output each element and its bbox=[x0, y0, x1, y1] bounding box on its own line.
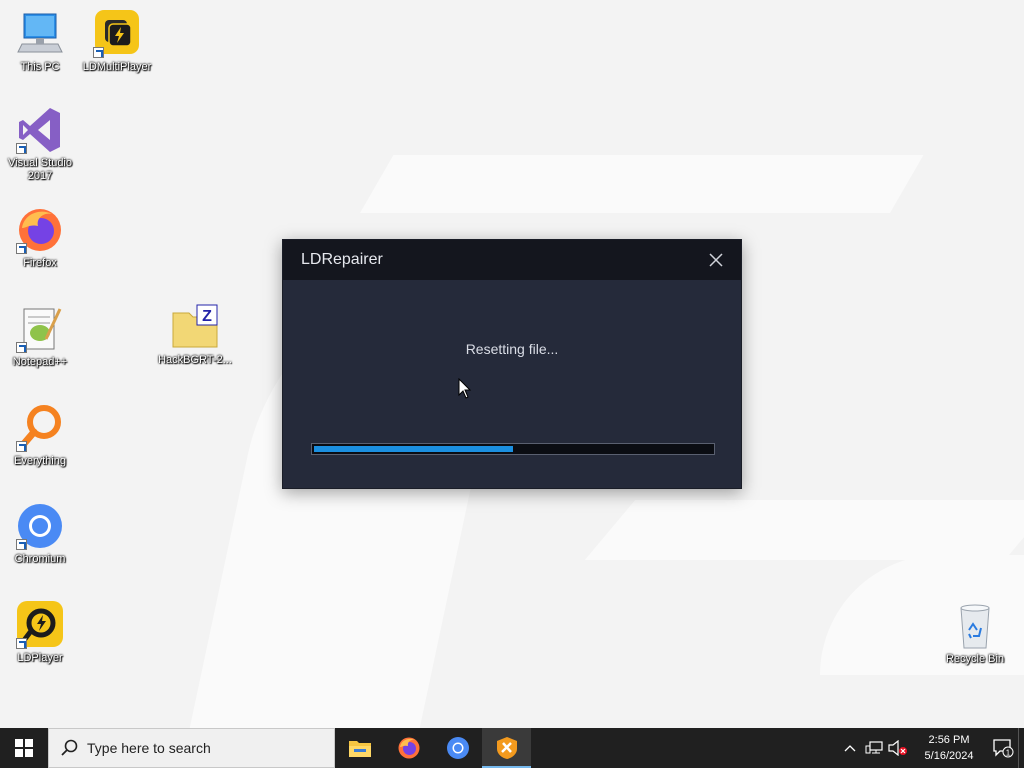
desktop-icon-visual-studio[interactable]: Visual Studio 2017 bbox=[0, 106, 80, 183]
action-center-button[interactable]: 1 bbox=[988, 728, 1018, 768]
shortcut-arrow-icon bbox=[16, 143, 27, 154]
close-button[interactable] bbox=[703, 247, 729, 273]
dialog-title: LDRepairer bbox=[301, 251, 383, 268]
search-placeholder: Type here to search bbox=[87, 740, 211, 756]
visual-studio-icon bbox=[16, 106, 64, 154]
shortcut-arrow-icon bbox=[16, 441, 27, 452]
recycle-bin-icon bbox=[951, 602, 999, 650]
show-desktop-button[interactable] bbox=[1018, 728, 1024, 768]
search-icon bbox=[61, 739, 78, 756]
ldmultiplayer-icon bbox=[93, 10, 141, 58]
notepad-plus-plus-icon bbox=[16, 305, 64, 353]
shortcut-arrow-icon bbox=[16, 243, 27, 254]
status-text: Resetting file... bbox=[465, 341, 559, 357]
desktop: This PC LDMultiPlayer Visual Studio 2017 bbox=[0, 0, 1024, 728]
desktop-icon-this-pc[interactable]: This PC bbox=[0, 10, 80, 74]
taskbar-firefox[interactable] bbox=[384, 728, 433, 768]
taskbar-ldrepairer[interactable] bbox=[482, 728, 531, 768]
ldrepairer-icon bbox=[496, 737, 517, 759]
taskbar-file-explorer[interactable] bbox=[335, 728, 384, 768]
chromium-icon bbox=[16, 502, 64, 550]
desktop-icon-label: Recycle Bin bbox=[945, 653, 1005, 665]
chromium-icon bbox=[446, 737, 469, 759]
shortcut-arrow-icon bbox=[16, 539, 27, 550]
network-button[interactable] bbox=[862, 728, 886, 768]
desktop-icon-label: Everything bbox=[14, 455, 66, 467]
desktop-icon-label: Chromium bbox=[14, 553, 66, 565]
desktop-icon-label: Visual Studio 2017 bbox=[7, 157, 72, 182]
taskbar-clock[interactable]: 2:56 PM 5/16/2024 bbox=[916, 732, 982, 764]
notification-icon: 1 bbox=[993, 739, 1014, 758]
taskbar: Type here to search 2:56 PM 5/16/2024 1 bbox=[0, 728, 1024, 768]
firefox-icon bbox=[398, 737, 419, 759]
desktop-icon-label: LDMultiPlayer bbox=[82, 61, 152, 73]
file-explorer-icon bbox=[348, 741, 371, 757]
shortcut-arrow-icon bbox=[93, 47, 104, 58]
network-icon bbox=[865, 741, 883, 754]
volume-button[interactable] bbox=[886, 728, 910, 768]
desktop-icon-ldmultiplayer[interactable]: LDMultiPlayer bbox=[77, 10, 157, 74]
desktop-icon-everything[interactable]: Everything bbox=[0, 404, 80, 468]
clock-time: 2:56 PM bbox=[928, 734, 970, 746]
start-button[interactable] bbox=[0, 728, 48, 768]
windows-logo-icon bbox=[15, 739, 33, 757]
desktop-icon-label: Notepad++ bbox=[12, 356, 68, 368]
mouse-cursor-icon bbox=[458, 377, 472, 405]
notification-count: 1 bbox=[1006, 749, 1011, 758]
desktop-icon-firefox[interactable]: Firefox bbox=[0, 206, 80, 270]
wallpaper-shape bbox=[360, 155, 924, 213]
chevron-up-icon bbox=[844, 745, 856, 752]
show-hidden-icons-button[interactable] bbox=[838, 728, 862, 768]
dialog-titlebar[interactable]: LDRepairer bbox=[283, 240, 741, 280]
clock-date: 5/16/2024 bbox=[924, 750, 974, 762]
taskbar-chromium[interactable] bbox=[433, 728, 482, 768]
computer-icon bbox=[16, 10, 64, 58]
desktop-icon-recycle-bin[interactable]: Recycle Bin bbox=[935, 602, 1015, 666]
desktop-icon-label: HackBGRT-2... bbox=[158, 354, 232, 366]
desktop-icon-label: This PC bbox=[20, 61, 60, 73]
everything-search-icon bbox=[16, 404, 64, 452]
progress-bar-fill bbox=[314, 446, 513, 452]
desktop-icon-label: LDPlayer bbox=[17, 652, 63, 664]
desktop-icon-hackbgrt[interactable]: Z HackBGRT-2... bbox=[155, 303, 235, 367]
desktop-icon-label: Firefox bbox=[23, 257, 57, 269]
ldplayer-icon bbox=[16, 601, 64, 649]
shortcut-arrow-icon bbox=[16, 638, 27, 649]
volume-muted-icon bbox=[888, 740, 907, 756]
desktop-icon-chromium[interactable]: Chromium bbox=[0, 502, 80, 566]
desktop-icon-ldplayer[interactable]: LDPlayer bbox=[0, 601, 80, 665]
svg-text:Z: Z bbox=[202, 308, 212, 325]
progress-bar bbox=[311, 443, 715, 455]
firefox-icon bbox=[16, 206, 64, 254]
close-icon bbox=[709, 253, 723, 267]
ldrepairer-dialog: LDRepairer Resetting file... bbox=[282, 239, 742, 489]
shortcut-arrow-icon bbox=[16, 342, 27, 353]
zip-archive-icon: Z bbox=[171, 303, 219, 351]
wallpaper-shape bbox=[584, 500, 1024, 560]
system-tray: 2:56 PM 5/16/2024 1 bbox=[838, 728, 1024, 768]
desktop-icon-notepad-plus-plus[interactable]: Notepad++ bbox=[0, 305, 80, 369]
taskbar-search-box[interactable]: Type here to search bbox=[48, 728, 335, 768]
